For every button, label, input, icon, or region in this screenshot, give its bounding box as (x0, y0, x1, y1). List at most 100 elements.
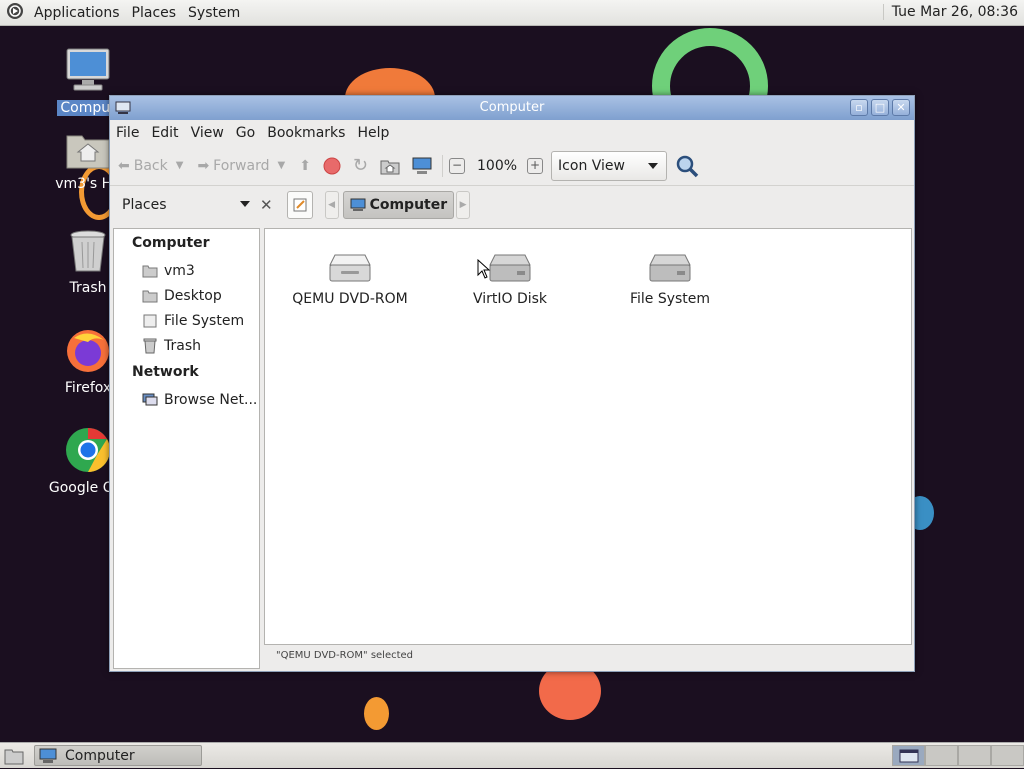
menu-go[interactable]: Go (230, 125, 261, 141)
network-icon (142, 393, 158, 405)
menu-bookmarks[interactable]: Bookmarks (261, 125, 351, 141)
status-bar: "QEMU DVD-ROM" selected (276, 650, 414, 661)
chevron-left-icon: ◀ (328, 200, 336, 210)
menu-bar: File Edit View Go Bookmarks Help (110, 120, 914, 146)
minimize-button[interactable]: ▫ (850, 99, 868, 116)
close-icon: ✕ (896, 100, 906, 114)
computer-icon (39, 748, 57, 763)
file-item-label: VirtIO Disk (472, 291, 548, 307)
chevron-down-icon (240, 201, 250, 207)
toggle-location-entry-button[interactable] (286, 191, 313, 219)
maximize-icon: □ (874, 100, 886, 114)
search-button[interactable] (675, 154, 699, 178)
taskbar-window-computer[interactable]: Computer (34, 745, 202, 766)
menu-view[interactable]: View (185, 125, 230, 141)
workspace-1[interactable] (892, 745, 925, 766)
forward-arrow-icon: ➡ (197, 157, 210, 174)
file-item-file-system[interactable]: File System (600, 245, 740, 307)
desktop-icon-label: Trash (69, 280, 107, 296)
workspace-3[interactable] (958, 745, 991, 766)
sidebar-heading-network: Network (132, 364, 199, 380)
places-menu[interactable]: Places (126, 5, 183, 21)
computer-button[interactable] (412, 157, 432, 175)
trash-icon (70, 230, 106, 272)
computer-icon (350, 198, 366, 211)
sidebar-item-trash[interactable]: Trash (114, 333, 259, 358)
back-button[interactable]: ⬅ Back (118, 158, 168, 174)
places-sidebar: Computer vm3 Desktop File System Trash N… (113, 228, 260, 669)
menu-help[interactable]: Help (351, 125, 395, 141)
home-folder-icon (142, 265, 158, 277)
forward-history-dropdown[interactable]: ▼ (277, 160, 285, 171)
back-history-dropdown[interactable]: ▼ (176, 160, 184, 171)
toolbar: ⬅ Back ▼ ➡ Forward ▼ ⬆ ↻ − 100% + Icon V… (110, 146, 914, 186)
menu-file[interactable]: File (110, 125, 145, 141)
desktop-icon-label: Firefox (64, 380, 112, 396)
breadcrumb-scroll-left[interactable]: ◀ (324, 191, 339, 219)
sidebar-heading-computer: Computer (132, 235, 210, 251)
window-title: Computer (479, 100, 545, 115)
reload-button[interactable]: ↻ (353, 155, 368, 176)
up-button[interactable]: ⬆ (299, 158, 311, 174)
menu-edit[interactable]: Edit (145, 125, 184, 141)
back-arrow-icon: ⬅ (118, 157, 130, 174)
file-item-label: File System (629, 291, 711, 307)
firefox-icon (67, 330, 109, 372)
sidebar-item-vm3[interactable]: vm3 (114, 258, 259, 283)
desktop-decoration (364, 697, 389, 730)
zoom-in-icon: + (527, 157, 544, 174)
reload-icon: ↻ (352, 155, 369, 176)
chevron-down-icon: ▼ (175, 160, 184, 171)
file-view[interactable]: QEMU DVD-ROM VirtIO Disk File System (264, 228, 912, 645)
minimize-icon: ▫ (855, 100, 863, 114)
search-icon (676, 155, 699, 177)
home-button[interactable] (380, 157, 400, 175)
file-system-icon (143, 314, 157, 327)
stop-button[interactable] (323, 157, 341, 175)
edit-icon (293, 198, 307, 212)
mouse-cursor-icon (477, 259, 491, 279)
window-thumbnail-icon (899, 749, 918, 762)
hard-disk-icon (649, 254, 691, 282)
zoom-in-button[interactable]: + (527, 157, 544, 174)
system-menu[interactable]: System (182, 5, 246, 21)
up-arrow-icon: ⬆ (299, 157, 311, 174)
workspace-2[interactable] (925, 745, 958, 766)
breadcrumb-scroll-right[interactable]: ▶ (456, 191, 471, 219)
computer-icon (412, 157, 432, 174)
applications-menu[interactable]: Applications (28, 5, 126, 21)
chrome-icon (66, 428, 110, 472)
computer-icon (66, 48, 110, 91)
file-item-qemu-dvd-rom[interactable]: QEMU DVD-ROM (280, 245, 420, 307)
home-icon (380, 160, 400, 174)
bottom-panel: Computer (0, 742, 1024, 768)
zoom-level[interactable]: 100% (477, 158, 517, 174)
zoom-out-button[interactable]: − (449, 157, 466, 174)
home-folder-icon (66, 135, 110, 169)
sidebar-item-browse-network[interactable]: Browse Net... (114, 387, 259, 412)
sidebar-item-desktop[interactable]: Desktop (114, 283, 259, 308)
distro-logo-icon[interactable] (0, 2, 28, 24)
trash-icon (143, 338, 157, 353)
file-item-label: QEMU DVD-ROM (292, 291, 408, 307)
chevron-down-icon (648, 162, 659, 169)
file-item-virtio-disk[interactable]: VirtIO Disk (440, 245, 580, 307)
hard-disk-icon (489, 254, 531, 282)
workspace-4[interactable] (991, 745, 1024, 766)
clock[interactable]: Tue Mar 26, 08:36 (882, 4, 1018, 20)
close-sidebar-icon[interactable]: ✕ (260, 196, 273, 214)
chevron-right-icon: ▶ (459, 200, 467, 210)
chevron-down-icon: ▼ (277, 160, 286, 171)
sidebar-item-file-system[interactable]: File System (114, 308, 259, 333)
folder-icon (142, 290, 158, 302)
breadcrumb-computer[interactable]: Computer (342, 191, 455, 219)
maximize-button[interactable]: □ (871, 99, 889, 116)
window-titlebar[interactable]: Computer ▫ □ ✕ (110, 96, 914, 120)
file-manager-window: Computer ▫ □ ✕ File Edit View Go Bookmar… (109, 95, 915, 672)
view-mode-select[interactable]: Icon View (551, 150, 668, 181)
sidebar-type-select[interactable]: Places (116, 191, 256, 219)
show-desktop-icon[interactable] (4, 747, 24, 769)
top-panel: Applications Places System Tue Mar 26, 0… (0, 0, 1024, 26)
forward-button[interactable]: ➡ Forward (197, 158, 269, 174)
close-button[interactable]: ✕ (892, 99, 910, 116)
